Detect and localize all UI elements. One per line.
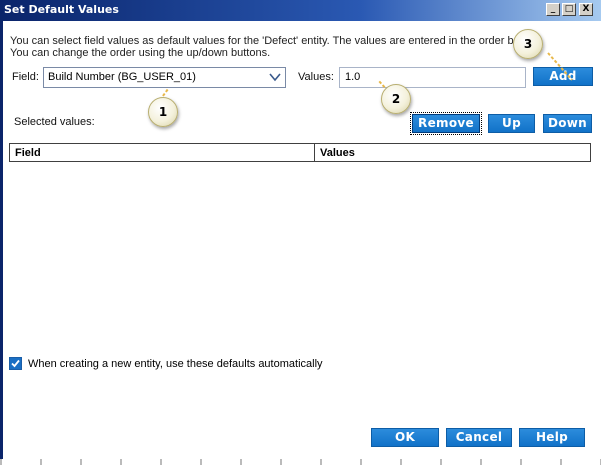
set-default-values-dialog: Set Default Values _ □ X You can select … [0,0,601,465]
callout-marker-2: 2 [381,84,411,114]
callout-3-pointer [547,52,573,81]
callout-pointers [159,52,573,101]
callout-marker-3: 3 [513,29,543,59]
callout-marker-1: 1 [148,97,178,127]
